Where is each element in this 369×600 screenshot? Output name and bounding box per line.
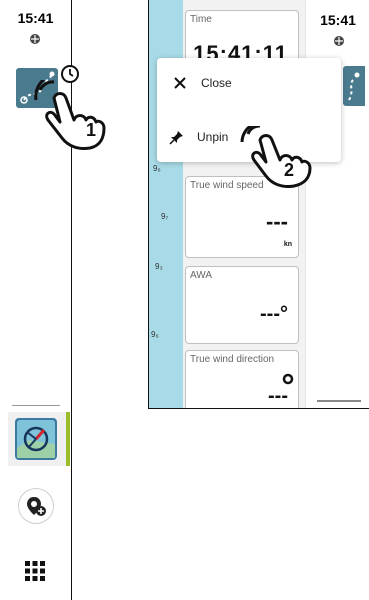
menu-item-label: Close bbox=[201, 76, 232, 90]
clock-time: 15:41 bbox=[320, 12, 356, 28]
depth-sounding: 9₆ bbox=[151, 330, 159, 339]
awa-tile[interactable]: AWA ---° bbox=[185, 266, 299, 344]
tile-value: --- bbox=[268, 385, 288, 407]
tile-label: True wind direction bbox=[190, 354, 275, 365]
route-icon bbox=[348, 72, 360, 101]
tap-hand-icon: 2 bbox=[240, 126, 312, 188]
close-icon bbox=[174, 77, 186, 89]
true-wind-direction-tile[interactable]: True wind direction --- bbox=[185, 350, 299, 408]
add-waypoint-button[interactable] bbox=[18, 488, 54, 524]
menu-item-label: Unpin bbox=[197, 130, 229, 144]
step-number: 1 bbox=[86, 120, 96, 140]
true-wind-speed-tile[interactable]: True wind speed --- kn bbox=[185, 176, 299, 258]
satellite-icon bbox=[334, 36, 344, 46]
right-panel-screen: 9₆ 9₇ 9₃ 9₆ Time 15:41:11 True wind spee… bbox=[148, 0, 369, 409]
depth-sounding: 9₇ bbox=[161, 212, 169, 221]
chartplotter-icon bbox=[17, 420, 55, 458]
menu-item-close[interactable]: Close bbox=[157, 66, 341, 102]
tile-unit: kn bbox=[283, 241, 292, 248]
active-indicator bbox=[66, 412, 70, 466]
tap-hand-icon: 1 bbox=[34, 80, 106, 150]
waypoint-add-icon bbox=[27, 497, 46, 516]
satellite-icon bbox=[30, 34, 40, 44]
route-button[interactable] bbox=[343, 66, 365, 106]
apps-grid-icon[interactable] bbox=[24, 560, 46, 582]
direction-ring-icon bbox=[282, 373, 294, 385]
tile-value: ---° bbox=[260, 303, 288, 325]
depth-sounding: 9₆ bbox=[153, 164, 161, 173]
tile-label: Time bbox=[190, 14, 212, 25]
pin-icon bbox=[169, 131, 183, 145]
step-number: 2 bbox=[284, 160, 294, 180]
divider bbox=[12, 405, 60, 406]
scroll-indicator[interactable] bbox=[317, 400, 361, 402]
tile-label: AWA bbox=[190, 270, 213, 281]
tile-value: --- bbox=[266, 209, 288, 234]
depth-sounding: 9₃ bbox=[155, 262, 163, 271]
chartplotter-app-button[interactable] bbox=[15, 418, 57, 460]
clock-time: 15:41 bbox=[17, 10, 54, 26]
